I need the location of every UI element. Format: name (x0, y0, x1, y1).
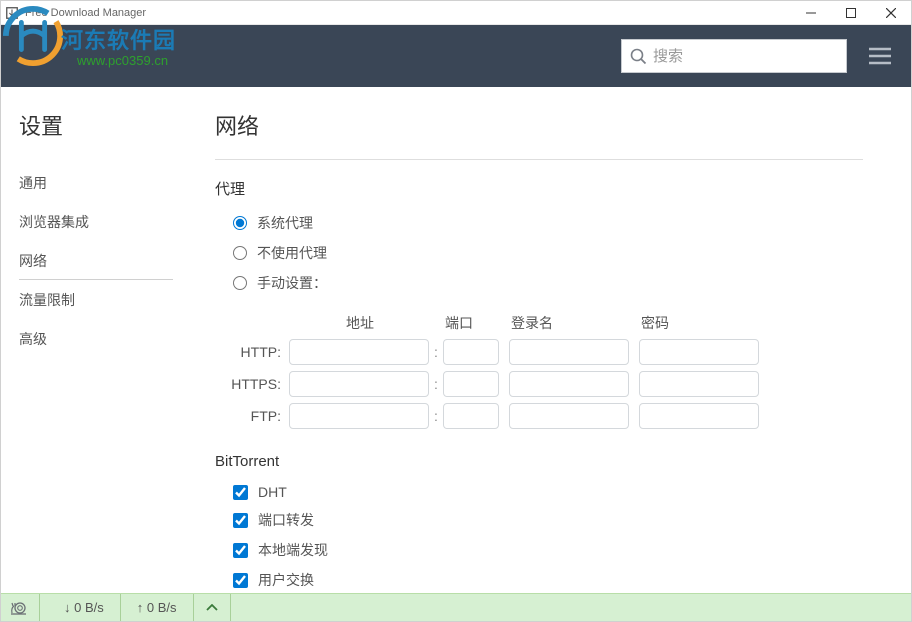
proxy-header-addr: 地址 (289, 313, 429, 333)
http-pass-input[interactable] (639, 339, 759, 365)
maximize-button[interactable] (831, 1, 871, 25)
proxy-row-https: HTTPS: : (223, 371, 863, 397)
upload-speed: ↑ 0 B/s (129, 594, 194, 621)
bt-option-dht[interactable]: DHT (233, 484, 863, 500)
ftp-port-input[interactable] (443, 403, 499, 429)
sidebar-item-advanced[interactable]: 高级 (19, 321, 173, 358)
bt-label-peerexchange: 用户交换 (258, 570, 314, 590)
ftp-pass-input[interactable] (639, 403, 759, 429)
proxy-table: 地址 端口 登录名 密码 HTTP: : HTTPS: (215, 313, 863, 429)
bt-option-portforward[interactable]: 端口转发 (233, 510, 863, 530)
bt-check-localdiscovery[interactable] (233, 543, 248, 558)
proxy-radio-system[interactable] (233, 216, 247, 230)
bt-option-peerexchange[interactable]: 用户交换 (233, 570, 863, 590)
sidebar: 设置 通用 浏览器集成 网络 流量限制 高级 (1, 87, 191, 595)
statusbar: ↓ 0 B/s ↑ 0 B/s (1, 593, 911, 621)
search-box[interactable] (621, 39, 847, 73)
bt-check-dht[interactable] (233, 485, 248, 500)
proxy-row-http: HTTP: : (223, 339, 863, 365)
sidebar-item-browser[interactable]: 浏览器集成 (19, 204, 173, 241)
bt-label-dht: DHT (258, 484, 287, 500)
bt-check-portforward[interactable] (233, 513, 248, 528)
close-button[interactable] (871, 1, 911, 25)
http-login-input[interactable] (509, 339, 629, 365)
proxy-header-login: 登录名 (509, 313, 629, 333)
statusbar-expand-button[interactable] (206, 594, 231, 621)
https-addr-input[interactable] (289, 371, 429, 397)
sidebar-item-traffic[interactable]: 流量限制 (19, 282, 173, 319)
bittorrent-check-group: DHT 端口转发 本地端发现 用户交换 uTP (215, 484, 863, 595)
ftp-login-input[interactable] (509, 403, 629, 429)
proxy-proto-http: HTTP: (223, 344, 289, 360)
proxy-radio-none[interactable] (233, 246, 247, 260)
http-port-input[interactable] (443, 339, 499, 365)
proxy-header-port: 端口 (443, 313, 499, 333)
download-speed: ↓ 0 B/s (56, 594, 121, 621)
hamburger-menu-button[interactable] (861, 39, 899, 73)
snail-icon (9, 600, 29, 616)
titlebar: Free Download Manager (1, 1, 911, 25)
minimize-button[interactable] (791, 1, 831, 25)
search-icon (630, 48, 647, 65)
sidebar-title: 设置 (19, 109, 173, 141)
ftp-addr-input[interactable] (289, 403, 429, 429)
proxy-section-title: 代理 (215, 178, 863, 199)
app-icon (5, 6, 19, 20)
bt-label-portforward: 端口转发 (258, 510, 314, 530)
https-pass-input[interactable] (639, 371, 759, 397)
proxy-option-none[interactable]: 不使用代理 (233, 243, 863, 263)
proxy-label-system: 系统代理 (257, 213, 313, 233)
https-port-input[interactable] (443, 371, 499, 397)
sidebar-item-network[interactable]: 网络 (19, 243, 173, 280)
proxy-proto-https: HTTPS: (223, 376, 289, 392)
proxy-row-ftp: FTP: : (223, 403, 863, 429)
window-title: Free Download Manager (25, 7, 146, 19)
proxy-option-manual[interactable]: 手动设置： (233, 273, 863, 293)
http-addr-input[interactable] (289, 339, 429, 365)
bt-label-localdiscovery: 本地端发现 (258, 540, 328, 560)
bt-option-localdiscovery[interactable]: 本地端发现 (233, 540, 863, 560)
page-title: 网络 (215, 109, 863, 160)
topbar (1, 25, 911, 87)
bittorrent-section-title: BitTorrent (215, 453, 863, 470)
search-input[interactable] (653, 48, 838, 65)
proxy-label-none: 不使用代理 (257, 243, 327, 263)
bt-check-peerexchange[interactable] (233, 573, 248, 588)
hamburger-icon (869, 47, 891, 65)
proxy-radio-manual[interactable] (233, 276, 247, 290)
proxy-header-pass: 密码 (639, 313, 759, 333)
proxy-radio-group: 系统代理 不使用代理 手动设置： (215, 213, 863, 293)
proxy-label-manual: 手动设置： (257, 273, 327, 293)
proxy-option-system[interactable]: 系统代理 (233, 213, 863, 233)
proxy-proto-ftp: FTP: (223, 408, 289, 424)
main-panel: 网络 代理 系统代理 不使用代理 手动设置： 地址 端口 (191, 87, 911, 595)
sidebar-item-general[interactable]: 通用 (19, 165, 173, 202)
chevron-up-icon (206, 604, 218, 612)
https-login-input[interactable] (509, 371, 629, 397)
snail-mode-button[interactable] (9, 594, 40, 621)
